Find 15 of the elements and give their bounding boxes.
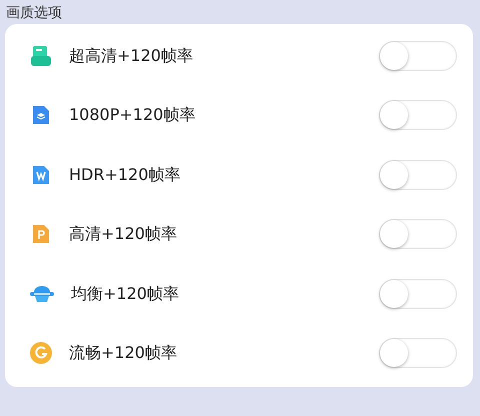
option-label: HDR+120帧率 [69, 164, 182, 186]
toggle-switch[interactable] [379, 160, 457, 190]
document-icon [29, 44, 53, 68]
option-label: 超高清+120帧率 [69, 44, 194, 67]
circle-logo-icon [29, 341, 53, 366]
option-label: 流畅+120帧率 [69, 342, 178, 364]
toggle-switch[interactable] [379, 100, 457, 130]
toggle-switch[interactable] [379, 219, 457, 250]
toggle-switch[interactable] [379, 338, 457, 368]
option-label: 高清+120帧率 [69, 223, 178, 246]
option-label: 1080P+120帧率 [69, 104, 196, 126]
option-label: 均衡+120帧率 [71, 282, 180, 305]
toggle-switch[interactable] [379, 278, 457, 309]
toggle-switch[interactable] [379, 40, 457, 71]
section-title: 画质选项 [5, 4, 63, 23]
